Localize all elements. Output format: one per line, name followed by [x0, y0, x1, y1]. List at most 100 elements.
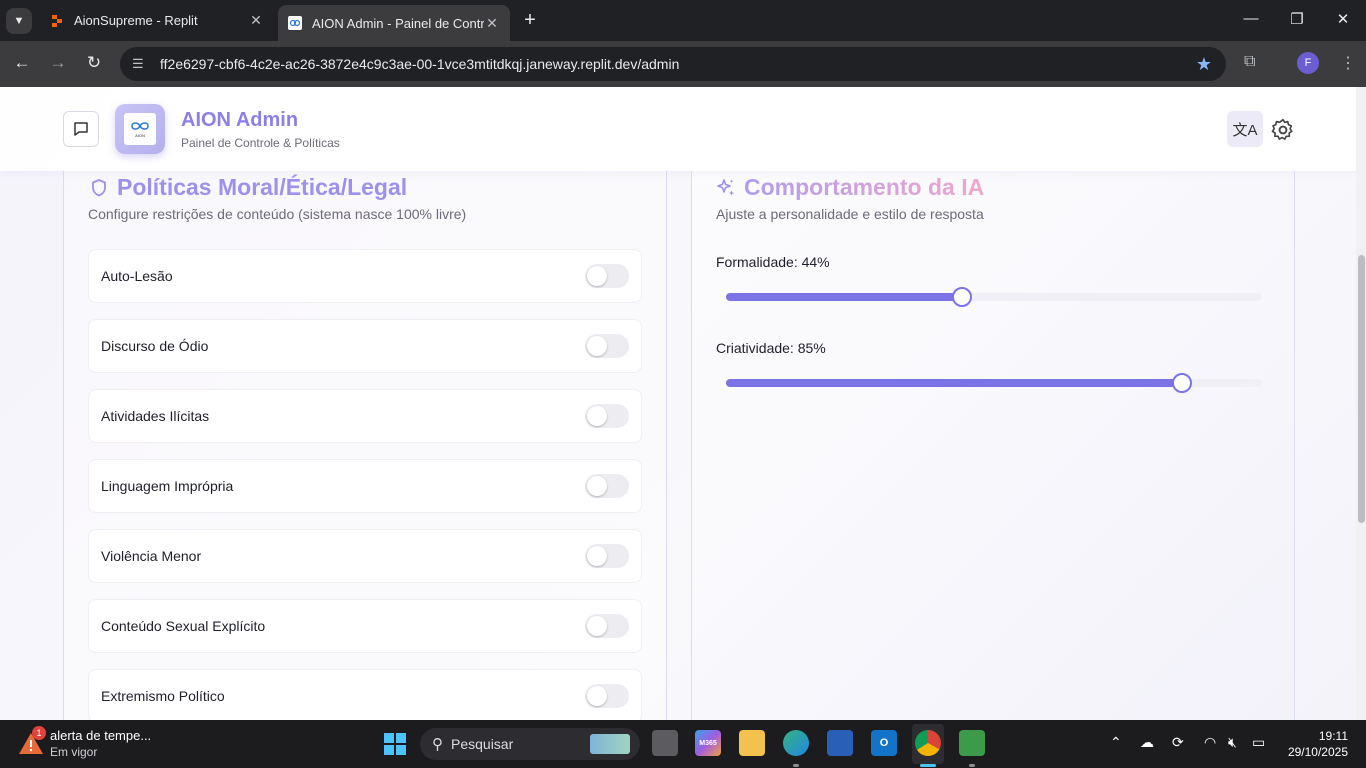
site-info-icon[interactable]: ☰	[132, 56, 150, 72]
url-text: ff2e6297-cbf6-4c2e-ac26-3872e4c9c3ae-00-…	[160, 56, 680, 72]
weather-widget[interactable]: 1	[16, 726, 46, 758]
scrollbar-thumb[interactable]	[1358, 255, 1365, 523]
outlook-icon[interactable]: O	[871, 730, 897, 756]
chevron-up-icon[interactable]: ⌃	[1110, 734, 1122, 751]
bookmark-star-icon[interactable]: ★	[1196, 54, 1212, 75]
volume-muted-icon[interactable]: 🔇︎	[1228, 734, 1237, 751]
policy-toggle[interactable]	[585, 404, 629, 428]
policy-label: Atividades Ilícitas	[101, 408, 210, 424]
tab-title: AION Admin - Painel de Contro	[312, 15, 484, 31]
policy-toggle[interactable]	[585, 474, 629, 498]
tab-aion-admin[interactable]: AION Admin - Painel de Contro ✕	[278, 5, 510, 41]
translate-icon: 文A	[1232, 121, 1258, 139]
page-subtitle: Painel de Controle & Políticas	[181, 136, 340, 150]
behavior-card: Comportamento da IA Ajuste a personalida…	[691, 171, 1295, 720]
policy-auto-lesao: Auto-Lesão	[88, 249, 642, 303]
chrome-icon[interactable]	[915, 730, 941, 756]
policy-label: Extremismo Político	[101, 688, 225, 704]
policies-title: Políticas Moral/Ética/Legal	[89, 174, 407, 201]
policy-toggle[interactable]	[585, 264, 629, 288]
gear-icon	[1271, 118, 1293, 140]
edge-icon[interactable]	[783, 730, 809, 756]
forward-button[interactable]: →	[47, 53, 69, 73]
tab-search-dropdown[interactable]: ▼	[6, 8, 32, 34]
policy-label: Discurso de Ódio	[101, 338, 209, 354]
slider-fill	[726, 379, 1182, 387]
extensions-icon[interactable]: ⧉	[1244, 53, 1255, 71]
language-button[interactable]: 文A	[1227, 111, 1263, 147]
search-icon: ⚲	[432, 736, 443, 753]
back-button[interactable]: ←	[11, 53, 33, 73]
policy-extremismo-politico: Extremismo Político	[88, 669, 642, 720]
search-placeholder: Pesquisar	[451, 736, 514, 752]
chrome-running-indicator	[920, 764, 936, 767]
policy-toggle[interactable]	[585, 684, 629, 708]
taskbar-search[interactable]: ⚲ Pesquisar	[420, 728, 640, 760]
policy-violencia-menor: Violência Menor	[88, 529, 642, 583]
app-header: AION AION Admin Painel de Controle & Pol…	[0, 87, 1356, 171]
store-icon[interactable]	[827, 730, 853, 756]
file-explorer-icon[interactable]	[739, 730, 765, 756]
windows-taskbar: 1 alerta de tempe... Em vigor ⚲ Pesquisa…	[0, 720, 1366, 768]
onedrive-icon[interactable]: ☁	[1140, 734, 1154, 751]
close-window-button[interactable]: ✕	[1328, 10, 1358, 28]
weather-badge: 1	[32, 726, 46, 740]
tab-aionsupreme[interactable]: AionSupreme - Replit ✕	[40, 6, 274, 35]
behavior-title-text: Comportamento da IA	[744, 174, 985, 200]
policy-toggle[interactable]	[585, 614, 629, 638]
weather-title[interactable]: alerta de tempe...	[50, 728, 151, 743]
close-icon[interactable]: ✕	[484, 15, 500, 32]
sync-icon[interactable]: ⟳	[1172, 734, 1184, 751]
policies-title-text: Políticas Moral/Ética/Legal	[117, 174, 408, 200]
policy-atividades-ilicitas: Atividades Ilícitas	[88, 389, 642, 443]
replit-icon	[52, 14, 62, 27]
aion-favicon-icon	[288, 16, 302, 30]
clock-date: 29/10/2025	[1287, 745, 1348, 759]
chat-button[interactable]	[63, 111, 99, 147]
policy-label: Violência Menor	[101, 548, 202, 564]
browser-toolbar: ← → ↻ ☰ ff2e6297-cbf6-4c2e-ac26-3872e4c9…	[0, 41, 1366, 87]
menu-icon[interactable]: ⋮	[1340, 53, 1356, 73]
message-square-icon	[74, 122, 88, 136]
new-tab-button[interactable]: +	[518, 9, 542, 32]
page-viewport: AION AION Admin Painel de Controle & Pol…	[0, 87, 1356, 720]
close-icon[interactable]: ✕	[248, 12, 264, 29]
behavior-description: Ajuste a personalidade e estilo de respo…	[716, 206, 984, 222]
policy-linguagem-impropria: Linguagem Imprópria	[88, 459, 642, 513]
start-button[interactable]	[384, 733, 406, 755]
policy-toggle[interactable]	[585, 334, 629, 358]
policy-conteudo-sexual: Conteúdo Sexual Explícito	[88, 599, 642, 653]
edge-running-indicator	[793, 764, 799, 767]
weather-subtitle: Em vigor	[50, 745, 98, 759]
minimize-button[interactable]: —	[1236, 10, 1266, 27]
m365-copilot-icon[interactable]: M365	[695, 730, 721, 756]
system-clock[interactable]: 19:11 29/10/2025	[1284, 728, 1348, 760]
restore-button[interactable]: ❐	[1282, 10, 1312, 28]
slider-thumb[interactable]	[1171, 373, 1192, 393]
policies-card: Políticas Moral/Ética/Legal Configure re…	[63, 171, 667, 720]
policy-label: Linguagem Imprópria	[101, 478, 234, 494]
behavior-title: Comportamento da IA	[716, 174, 984, 201]
task-view-icon[interactable]	[652, 730, 678, 756]
logo-text: AION	[135, 133, 145, 138]
address-bar[interactable]: ☰ ff2e6297-cbf6-4c2e-ac26-3872e4c9c3ae-0…	[120, 47, 1226, 81]
battery-icon[interactable]: ▭	[1252, 734, 1265, 751]
page-title: AION Admin	[181, 109, 299, 131]
policy-discurso-de-odio: Discurso de Ódio	[88, 319, 642, 373]
settings-button[interactable]	[1270, 117, 1296, 143]
profile-avatar[interactable]: F	[1297, 52, 1319, 74]
slider-fill	[726, 293, 962, 301]
reload-button[interactable]: ↻	[83, 53, 105, 73]
app-running-indicator	[969, 764, 975, 767]
shield-icon	[89, 178, 109, 198]
formalidade-slider[interactable]	[726, 287, 1262, 307]
slider-thumb[interactable]	[951, 287, 972, 307]
policy-toggle[interactable]	[585, 544, 629, 568]
policy-label: Conteúdo Sexual Explícito	[101, 618, 266, 634]
clock-time: 19:11	[1318, 729, 1348, 743]
wifi-icon[interactable]: ◠	[1204, 734, 1216, 751]
criatividade-slider[interactable]	[726, 373, 1262, 393]
aion-logo: AION	[115, 104, 165, 154]
criatividade-label: Criatividade: 85%	[716, 340, 826, 356]
spreadsheet-app-icon[interactable]	[959, 730, 985, 756]
